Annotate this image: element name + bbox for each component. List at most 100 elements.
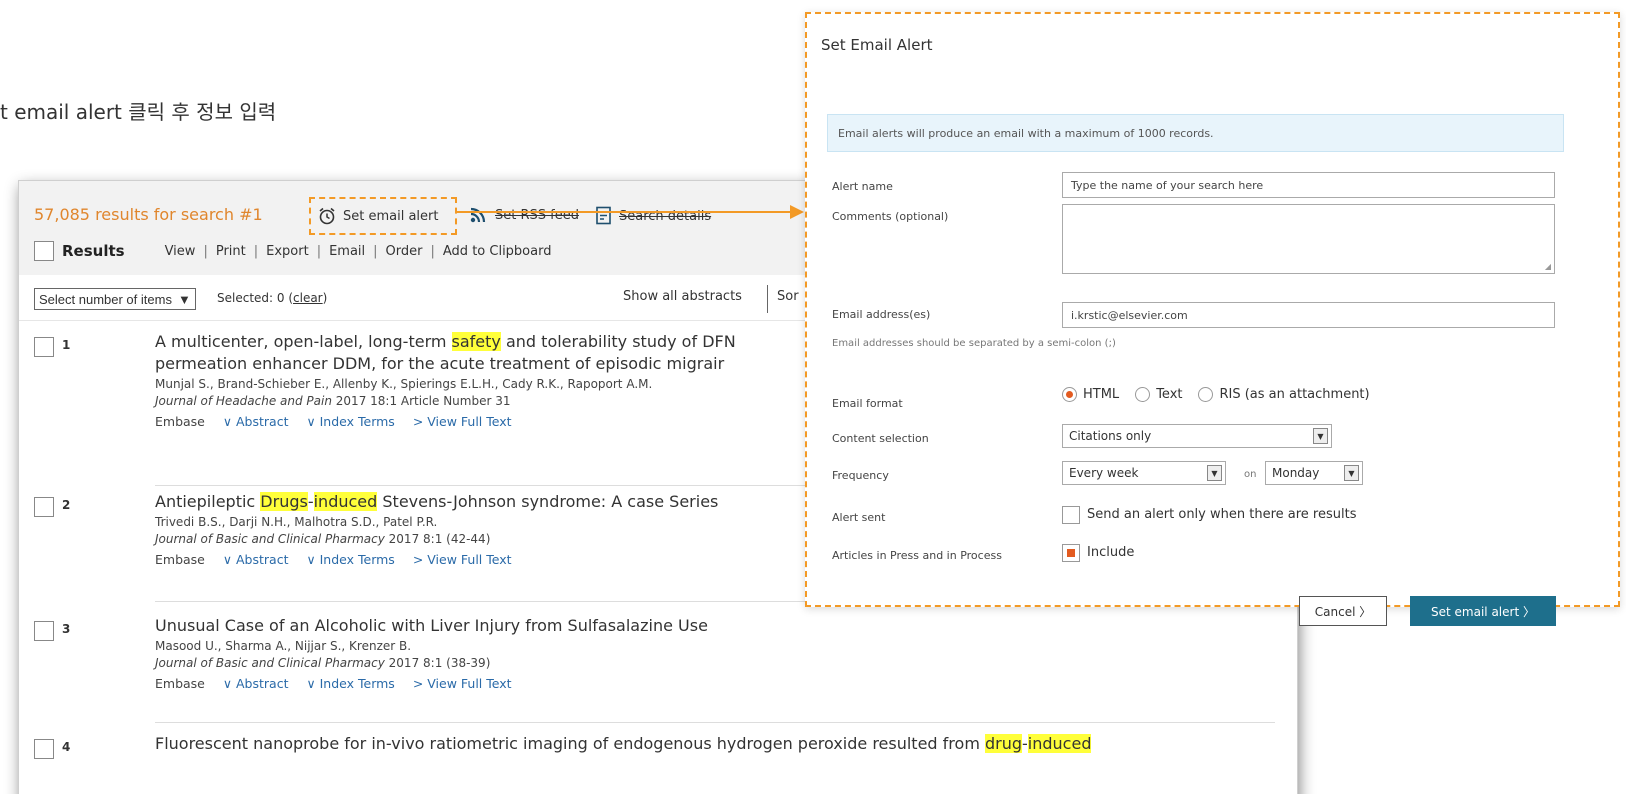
title-highlight: safety: [451, 332, 501, 351]
abstract-toggle[interactable]: ∨ Abstract: [223, 414, 289, 429]
journal-detail: 2017 18:1 Article Number 31: [331, 394, 511, 408]
alert-sent-label: Alert sent: [832, 511, 886, 524]
select-number-dropdown[interactable]: Select number of items ▼: [34, 288, 196, 310]
format-html-radio[interactable]: [1062, 387, 1077, 402]
set-email-alert-label: Set email alert: [343, 208, 439, 224]
set-email-alert-dialog: Set Email Alert Email alerts will produc…: [805, 12, 1620, 626]
view-full-text-link[interactable]: > View Full Text: [413, 676, 512, 691]
sort-link[interactable]: Sor: [777, 289, 799, 304]
dropdown-arrow-icon: ▼: [1207, 465, 1222, 481]
result-number: 1: [62, 338, 71, 352]
day-value: Monday: [1272, 466, 1320, 480]
menu-separator: |: [316, 243, 322, 259]
view-full-text-link[interactable]: > View Full Text: [413, 414, 512, 429]
index-terms-toggle[interactable]: ∨ Index Terms: [306, 552, 394, 567]
title-text: permeation enhancer DDM, for the acute t…: [155, 354, 725, 373]
menu-order[interactable]: Order: [386, 244, 423, 259]
selected-suffix: ): [322, 291, 328, 305]
results-toolbar: Results View | Print | Export | Email | Order | Ad…: [34, 241, 551, 261]
email-hint: Email addresses should be separated by a…: [832, 338, 1116, 349]
day-dropdown[interactable]: Monday ▼: [1265, 461, 1363, 485]
show-all-abstracts-link[interactable]: Show all abstracts: [623, 289, 742, 304]
alert-name-input[interactable]: Type the name of your search here: [1062, 172, 1555, 198]
result-number: 4: [62, 740, 71, 754]
index-terms-toggle[interactable]: ∨ Index Terms: [306, 414, 394, 429]
menu-export[interactable]: Export: [266, 244, 309, 259]
set-rss-feed-label: Set RSS feed: [495, 207, 579, 223]
instruction-text: t email alert 클릭 후 정보 입력: [0, 100, 277, 124]
alert-sent-checkbox[interactable]: [1062, 506, 1080, 524]
format-ris-radio[interactable]: [1198, 387, 1214, 402]
selected-prefix: Selected: 0 (: [217, 291, 294, 305]
format-text-radio[interactable]: [1135, 387, 1151, 402]
result-checkbox[interactable]: [34, 337, 54, 357]
title-text: Antiepileptic: [155, 492, 261, 511]
alert-sent-option-label: Send an alert only when there are result…: [1087, 507, 1357, 522]
resize-grip-icon[interactable]: ◢: [1545, 262, 1551, 271]
select-all-checkbox[interactable]: [34, 241, 54, 261]
result-links: Embase ∨ Abstract ∨ Index Terms > View Full…: [155, 676, 1255, 691]
cancel-button[interactable]: Cancel 〉: [1299, 596, 1387, 626]
result-checkbox[interactable]: [34, 621, 54, 641]
results-menu: View | Print | Export | Email | Order | Add to Cli…: [165, 244, 552, 259]
include-checkbox[interactable]: [1062, 544, 1080, 562]
view-full-text-link[interactable]: > View Full Text: [413, 552, 512, 567]
index-terms-toggle[interactable]: ∨ Index Terms: [306, 676, 394, 691]
set-email-alert-button[interactable]: Set email alert 〉: [1410, 596, 1556, 626]
alarm-clock-icon: [319, 207, 335, 225]
search-details-link[interactable]: Search details: [595, 206, 711, 226]
selected-count: Selected: 0 (clear): [217, 291, 327, 305]
menu-print[interactable]: Print: [216, 244, 246, 259]
source-label: Embase: [155, 552, 205, 567]
source-label: Embase: [155, 414, 205, 429]
title-text: -: [307, 492, 314, 511]
result-checkbox[interactable]: [34, 497, 54, 517]
abstract-toggle[interactable]: ∨ Abstract: [223, 552, 289, 567]
on-label: on: [1244, 469, 1257, 480]
set-email-alert-link[interactable]: Set email alert: [317, 206, 438, 226]
title-text: Fluorescent nanoprobe for in-vivo ratiom…: [155, 734, 985, 753]
abstract-toggle[interactable]: ∨ Abstract: [223, 676, 289, 691]
clear-link[interactable]: clear: [293, 291, 323, 305]
dropdown-arrow-icon: ▼: [1344, 465, 1359, 481]
document-icon: [596, 206, 611, 225]
result-number: 2: [62, 498, 71, 512]
menu-separator: |: [203, 243, 208, 259]
alert-name-label: Alert name: [832, 180, 893, 193]
title-highlight: Drugs: [260, 492, 308, 511]
menu-add-to-clipboard[interactable]: Add to Clipboard: [443, 244, 552, 259]
articles-in-press-label: Articles in Press and in Process: [832, 549, 1002, 562]
menu-email[interactable]: Email: [329, 244, 365, 259]
dropdown-arrow-icon: ▼: [177, 291, 191, 307]
result-divider: [155, 722, 1275, 723]
include-label: Include: [1087, 545, 1135, 560]
title-text: A multicenter, open-label, long-term: [155, 332, 452, 351]
menu-view[interactable]: View: [165, 244, 196, 259]
content-selection-dropdown[interactable]: Citations only ▼: [1062, 424, 1332, 448]
menu-separator: |: [430, 243, 435, 259]
menu-separator: |: [373, 243, 378, 259]
select-number-label: Select number of items: [39, 291, 172, 307]
set-rss-feed-link[interactable]: Set RSS feed: [469, 206, 579, 224]
result-journal: Journal of Basic and Clinical Pharmacy 2…: [155, 656, 1255, 670]
format-ris-label: RIS (as an attachment): [1219, 387, 1370, 402]
journal-detail: 2017 8:1 (38-39): [384, 656, 491, 670]
result-title[interactable]: Fluorescent nanoprobe for in-vivo ratiom…: [155, 733, 1255, 755]
email-label: Email address(es): [832, 308, 931, 321]
result-count: 57,085 results for search #1: [34, 205, 263, 224]
comments-textarea[interactable]: ◢: [1062, 204, 1555, 274]
frequency-label: Frequency: [832, 469, 889, 482]
frequency-value: Every week: [1069, 466, 1139, 480]
title-text: -: [1022, 734, 1028, 753]
journal-name: Journal of Basic and Clinical Pharmacy: [155, 532, 385, 546]
title-text: Stevens-Johnson syndrome: A case Series: [377, 492, 719, 511]
email-input[interactable]: i.krstic@elsevier.com: [1062, 302, 1555, 328]
content-selection-label: Content selection: [832, 432, 929, 445]
comments-label: Comments (optional): [832, 210, 949, 223]
frequency-dropdown[interactable]: Every week ▼: [1062, 461, 1226, 485]
title-text: and tolerability study of DFN: [500, 332, 736, 351]
result-checkbox[interactable]: [34, 739, 54, 759]
rss-icon: [470, 207, 486, 223]
email-format-options: HTML Text RIS (as an attachment): [1062, 387, 1380, 402]
result-title[interactable]: Unusual Case of an Alcoholic with Liver …: [155, 615, 1255, 637]
